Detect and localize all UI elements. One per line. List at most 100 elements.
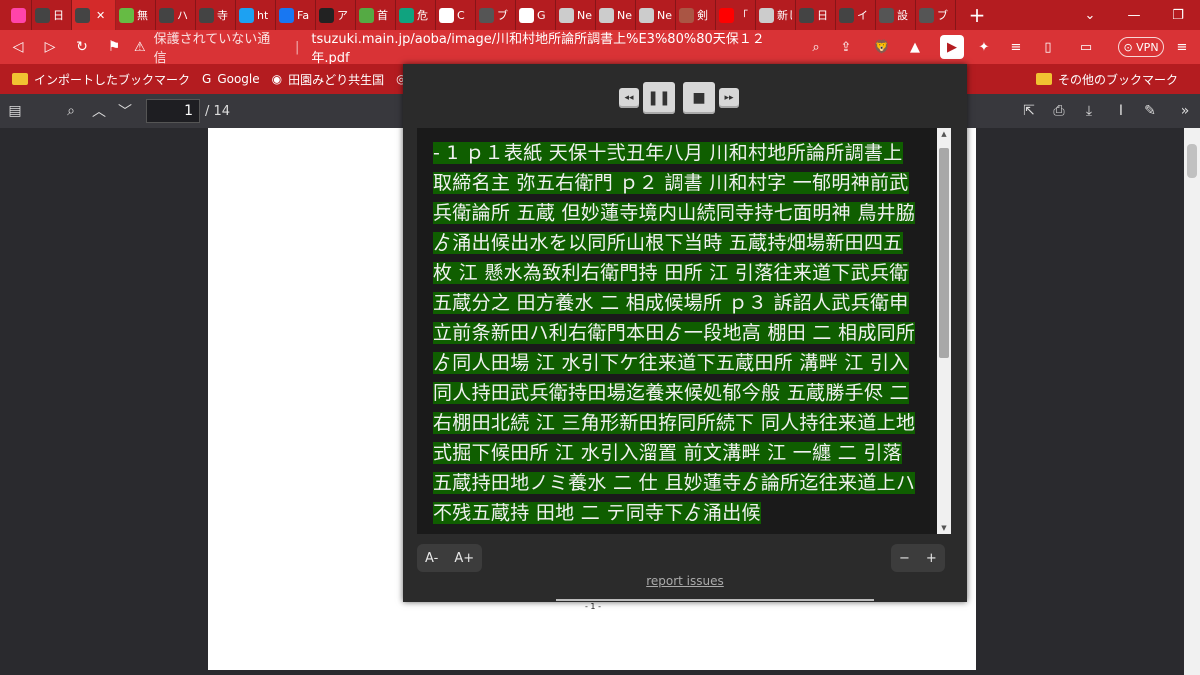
forward-button[interactable]: ▸▸ (719, 88, 739, 108)
save-icon[interactable]: ⤓ (1076, 98, 1102, 124)
tab[interactable]: 日 (32, 0, 72, 30)
speed-increase-button[interactable]: + (918, 551, 945, 566)
figure-icon (119, 7, 134, 23)
speed-controls: − + (891, 544, 945, 572)
font-increase-button[interactable]: A+ (446, 551, 482, 566)
tab[interactable]: ハ (156, 0, 196, 30)
read-aloud-extension-icon[interactable]: ▶ (940, 35, 964, 59)
tab[interactable]: 無 (116, 0, 156, 30)
tab[interactable]: C (436, 0, 476, 30)
tab[interactable]: 首 (356, 0, 396, 30)
tab-title: 日 (53, 9, 64, 22)
reading-text-panel[interactable]: - 1 ｐ１表紙 天保十弐丑年八月 川和村地所論所調書上 取締名主 弥五右衛門 … (417, 128, 937, 534)
open-external-icon[interactable]: ⇱ (1016, 98, 1042, 124)
warning-icon[interactable]: ⚠ (134, 40, 146, 55)
opera-icon (319, 7, 334, 23)
tab[interactable]: New T (636, 0, 676, 30)
globe-icon (839, 7, 854, 23)
more-tools-icon[interactable]: » (1172, 98, 1198, 124)
tab[interactable]: Fa (276, 0, 316, 30)
forward-button[interactable]: ▷ (36, 33, 64, 61)
tab-title: New T (577, 8, 592, 22)
back-button[interactable]: ◁ (4, 33, 32, 61)
next-page-icon[interactable]: ﹀ (112, 98, 138, 124)
url-field[interactable]: ⚠ 保護されていない通信 | tsuzuki.main.jp/aoba/imag… (134, 32, 802, 66)
report-issues-link[interactable]: report issues (403, 574, 967, 588)
zoom-icon[interactable]: ⌕ (804, 35, 828, 59)
tab[interactable]: New T (556, 0, 596, 30)
tab-title: New T (657, 8, 672, 22)
tab[interactable]: New T (596, 0, 636, 30)
blank-page-icon (559, 7, 574, 23)
page-number-input[interactable]: 1 (146, 99, 200, 123)
new-tab-button[interactable]: + (962, 0, 992, 30)
maximize-button[interactable]: ❐ (1156, 0, 1200, 30)
url-text: tsuzuki.main.jp/aoba/image/川和村地所論所調書上%E3… (311, 32, 765, 66)
tab[interactable]: 新しい (756, 0, 796, 30)
tab[interactable]: 寺 (196, 0, 236, 30)
tab[interactable]: 剣 (676, 0, 716, 30)
tab[interactable]: ブ (476, 0, 516, 30)
google-icon (519, 7, 534, 23)
tab[interactable]: 設 (876, 0, 916, 30)
tab[interactable]: ア (316, 0, 356, 30)
minimize-button[interactable]: — (1112, 0, 1156, 30)
tab[interactable]: 危 (396, 0, 436, 30)
pause-button[interactable]: ❚❚ (643, 82, 675, 114)
bookmark-import[interactable]: インポートしたブックマーク (12, 71, 190, 88)
share-icon[interactable]: ⇪ (834, 35, 858, 59)
menu-icon[interactable]: ≡ (1170, 35, 1194, 59)
speed-decrease-button[interactable]: − (891, 551, 918, 566)
tab[interactable]: ブ (916, 0, 956, 30)
tab[interactable]: G (516, 0, 556, 30)
font-decrease-button[interactable]: A- (417, 551, 446, 566)
vpn-button[interactable]: ⊙ VPN (1118, 37, 1164, 57)
tab[interactable]: 日 (796, 0, 836, 30)
reader-scrollbar[interactable]: ▲ ▼ (937, 128, 951, 534)
tab[interactable] (8, 0, 32, 30)
bookmark-google[interactable]: G Google (202, 72, 260, 86)
viewer-scrollbar[interactable] (1184, 128, 1200, 675)
tab-title: ht (257, 8, 269, 22)
url-separator: | (295, 39, 300, 55)
playback-controls: ◂◂ ❚❚ ■ ▸▸ (619, 82, 739, 114)
brave-shield-icon[interactable]: 🦁 (870, 35, 894, 59)
scroll-up-icon[interactable]: ▲ (939, 130, 949, 138)
stop-button[interactable]: ■ (683, 82, 715, 114)
bookmark-page-button[interactable]: ⚑ (100, 33, 128, 61)
prev-page-icon[interactable]: ︿ (86, 98, 112, 124)
tab-title: ハ (177, 9, 188, 22)
scroll-thumb[interactable] (1187, 144, 1197, 178)
annotate-icon[interactable]: ✎ (1137, 98, 1163, 124)
find-icon[interactable]: ⌕ (58, 98, 84, 124)
playlist-icon[interactable]: ≡ (1004, 35, 1028, 59)
blank-page-icon (639, 7, 654, 23)
tab-title: 首 (377, 9, 388, 22)
print-icon[interactable]: ⎙ (1046, 98, 1072, 124)
folder-icon (12, 73, 28, 85)
other-bookmarks[interactable]: その他のブックマーク (1035, 64, 1178, 94)
rewards-icon[interactable]: ▲ (903, 35, 927, 59)
tab[interactable]: ht (236, 0, 276, 30)
extensions-icon[interactable]: ✦ (972, 35, 996, 59)
tab[interactable]: 「 (716, 0, 756, 30)
bookmark-denen[interactable]: ◉ 田園みどり共生国 (272, 71, 385, 88)
tab-title: Fa (297, 8, 310, 22)
tab[interactable]: ✕ (72, 0, 116, 30)
wallet-icon[interactable]: ▭ (1074, 35, 1098, 59)
sidebar-icon[interactable]: ▯ (1036, 35, 1060, 59)
tab-title: ブ (497, 9, 508, 22)
bookmark-icon (359, 7, 374, 23)
tab-search-icon[interactable]: ⌄ (1068, 0, 1112, 30)
scroll-down-icon[interactable]: ▼ (939, 524, 949, 532)
sidebar-toggle-icon[interactable]: ▤ (2, 98, 28, 124)
close-tab-icon[interactable]: ✕ (96, 9, 105, 22)
tab[interactable]: イ (836, 0, 876, 30)
reload-button[interactable]: ↻ (68, 33, 96, 61)
highlighted-reading-text: - 1 ｐ１表紙 天保十弐丑年八月 川和村地所論所調書上 取締名主 弥五右衛門 … (433, 142, 916, 524)
text-select-icon[interactable]: I (1108, 98, 1134, 124)
twitter-icon (239, 7, 254, 23)
globe-icon (199, 7, 214, 23)
rewind-button[interactable]: ◂◂ (619, 88, 639, 108)
reader-scroll-thumb[interactable] (939, 148, 949, 358)
